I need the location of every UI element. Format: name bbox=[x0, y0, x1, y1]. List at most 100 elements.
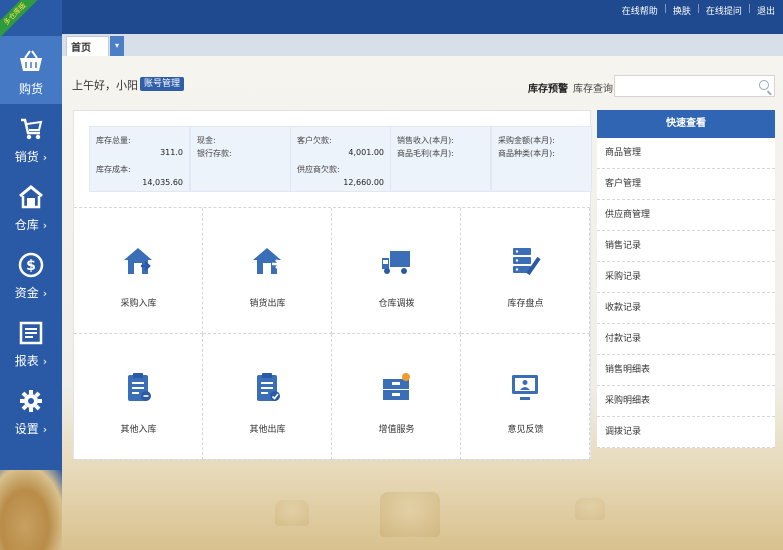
sidebar-item-sales[interactable]: 销货 › bbox=[0, 104, 62, 172]
stat-value: 311.0 bbox=[160, 148, 183, 157]
sidebar: 购货 销货 › 仓库 › $ 资金 › 报表 › 设置 › bbox=[0, 0, 62, 550]
action-label: 采购入库 bbox=[120, 299, 157, 309]
dollar-coin-icon: $ bbox=[18, 252, 44, 278]
skin-link[interactable]: 换肤 bbox=[673, 4, 691, 17]
inventory-check-icon bbox=[513, 248, 541, 276]
quick-item-products[interactable]: 商品管理 bbox=[597, 138, 775, 169]
sidebar-item-purchase[interactable]: 购货 bbox=[0, 36, 62, 104]
stat-card-debts: 客户欠款: 4,001.00 供应商欠款: 12,660.00 bbox=[290, 126, 391, 192]
quick-item-customers[interactable]: 客户管理 bbox=[597, 169, 775, 200]
gear-icon bbox=[20, 390, 42, 412]
feedback-icon bbox=[512, 375, 538, 400]
quick-item-suppliers[interactable]: 供应商管理 bbox=[597, 200, 775, 231]
action-label: 其他出库 bbox=[249, 425, 286, 435]
purchase-in-icon bbox=[124, 248, 152, 274]
stat-value: 4,001.00 bbox=[348, 148, 384, 157]
action-label: 库存盘点 bbox=[507, 299, 544, 309]
help-link[interactable]: 在线帮助 bbox=[622, 4, 658, 17]
sidebar-background-image bbox=[0, 470, 62, 550]
warehouse-icon bbox=[19, 185, 43, 209]
action-sales-out[interactable]: 销货出库 bbox=[203, 208, 332, 334]
stat-label: 库存成本: bbox=[96, 165, 131, 174]
quick-item-purchase-records[interactable]: 采购记录 bbox=[597, 262, 775, 293]
cart-icon bbox=[21, 118, 43, 140]
stat-label: 采购金额(本月): bbox=[498, 136, 555, 145]
stock-warning-link[interactable]: 库存预警 bbox=[528, 80, 568, 95]
tab-bar: 首页 ▾ bbox=[62, 34, 783, 56]
action-label: 其他入库 bbox=[120, 425, 157, 435]
stat-value: 12,660.00 bbox=[343, 178, 384, 187]
svg-text:$: $ bbox=[26, 258, 36, 274]
top-links: 在线帮助 | 换肤 | 在线提问 | 退出 bbox=[621, 4, 775, 17]
sidebar-item-funds[interactable]: $ 资金 › bbox=[0, 240, 62, 308]
quick-view-panel: 快速查看 商品管理 客户管理 供应商管理 销售记录 采购记录 收款记录 付款记录… bbox=[597, 110, 775, 453]
greeting-text: 上午好，小阳 bbox=[72, 79, 138, 92]
stat-label: 库存总量: bbox=[96, 136, 131, 145]
sidebar-item-label: 仓库 bbox=[14, 218, 39, 232]
action-value-added[interactable]: 增值服务 bbox=[332, 334, 461, 460]
chevron-right-icon: › bbox=[42, 287, 48, 300]
sidebar-item-label: 报表 bbox=[14, 354, 39, 368]
action-label: 仓库调拨 bbox=[378, 299, 415, 309]
other-out-icon bbox=[257, 373, 280, 401]
stat-card-cash: 现金: 银行存款: bbox=[190, 126, 291, 192]
search-icon[interactable] bbox=[759, 80, 769, 90]
chevron-right-icon: › bbox=[42, 151, 48, 164]
action-feedback[interactable]: 意见反馈 bbox=[461, 334, 590, 460]
stat-label: 现金: bbox=[197, 136, 216, 145]
truck-icon bbox=[382, 251, 410, 274]
quick-item-purchase-detail[interactable]: 采购明细表 bbox=[597, 386, 775, 417]
stat-card-inventory: 库存总量: 311.0 库存成本: 14,035.60 bbox=[89, 126, 190, 192]
ask-link[interactable]: 在线提问 bbox=[706, 4, 742, 17]
logout-link[interactable]: 退出 bbox=[757, 4, 775, 17]
stat-label: 客户欠款: bbox=[297, 136, 332, 145]
quick-item-transfer-records[interactable]: 调拨记录 bbox=[597, 417, 775, 448]
action-stocktake[interactable]: 库存盘点 bbox=[461, 208, 590, 334]
account-manage-button[interactable]: 账号管理 bbox=[140, 77, 185, 91]
sidebar-item-label: 资金 bbox=[14, 286, 39, 300]
chevron-right-icon: › bbox=[42, 355, 48, 368]
other-in-icon bbox=[128, 373, 151, 401]
dashboard-panel: 库存总量: 311.0 库存成本: 14,035.60 现金: 银行存款: 客户… bbox=[73, 110, 592, 460]
action-grid: 采购入库 销货出库 仓库调拨 库存盘点 其他入库 其他出库 增值服务 意见反馈 bbox=[74, 207, 590, 460]
stat-card-purchases: 采购金额(本月): 商品种类(本月): bbox=[491, 126, 592, 192]
chevron-right-icon: › bbox=[42, 219, 48, 232]
tab-home[interactable]: 首页 bbox=[66, 36, 109, 56]
background-hay-bale bbox=[380, 492, 440, 537]
sidebar-item-label: 购货 bbox=[18, 82, 43, 96]
value-service-icon bbox=[383, 373, 410, 400]
stat-label: 供应商欠款: bbox=[297, 165, 340, 174]
basket-icon bbox=[20, 50, 42, 71]
stat-value: 14,035.60 bbox=[142, 178, 183, 187]
action-label: 增值服务 bbox=[378, 425, 415, 435]
action-transfer[interactable]: 仓库调拨 bbox=[332, 208, 461, 334]
stat-label: 商品种类(本月): bbox=[498, 149, 555, 158]
background-hay-bale bbox=[275, 500, 309, 526]
stat-label: 商品毛利(本月): bbox=[397, 149, 454, 158]
action-other-in[interactable]: 其他入库 bbox=[74, 334, 203, 460]
quick-item-receipt-records[interactable]: 收款记录 bbox=[597, 293, 775, 324]
quick-view-title: 快速查看 bbox=[597, 110, 775, 138]
quick-item-sales-records[interactable]: 销售记录 bbox=[597, 231, 775, 262]
action-purchase-in[interactable]: 采购入库 bbox=[74, 208, 203, 334]
quick-item-sales-detail[interactable]: 销售明细表 bbox=[597, 355, 775, 386]
background-hay-bale bbox=[575, 498, 605, 520]
quick-item-payment-records[interactable]: 付款记录 bbox=[597, 324, 775, 355]
sidebar-item-label: 设置 bbox=[14, 422, 39, 436]
action-other-out[interactable]: 其他出库 bbox=[203, 334, 332, 460]
sidebar-item-settings[interactable]: 设置 › bbox=[0, 376, 62, 444]
stat-label: 销售收入(本月): bbox=[397, 136, 454, 145]
sidebar-item-reports[interactable]: 报表 › bbox=[0, 308, 62, 376]
action-label: 销货出库 bbox=[249, 299, 286, 309]
top-bar: 在线帮助 | 换肤 | 在线提问 | 退出 bbox=[0, 0, 783, 34]
sidebar-item-warehouse[interactable]: 仓库 › bbox=[0, 172, 62, 240]
chevron-down-icon[interactable]: ▾ bbox=[110, 36, 124, 56]
action-label: 意见反馈 bbox=[507, 425, 544, 435]
sales-out-icon bbox=[253, 248, 282, 274]
chevron-right-icon: › bbox=[42, 423, 48, 436]
stat-card-sales: 销售收入(本月): 商品毛利(本月): bbox=[390, 126, 491, 192]
sidebar-item-label: 销货 bbox=[14, 150, 39, 164]
report-icon bbox=[19, 321, 43, 345]
stat-label: 银行存款: bbox=[197, 149, 232, 158]
stock-search-input[interactable] bbox=[614, 75, 775, 97]
